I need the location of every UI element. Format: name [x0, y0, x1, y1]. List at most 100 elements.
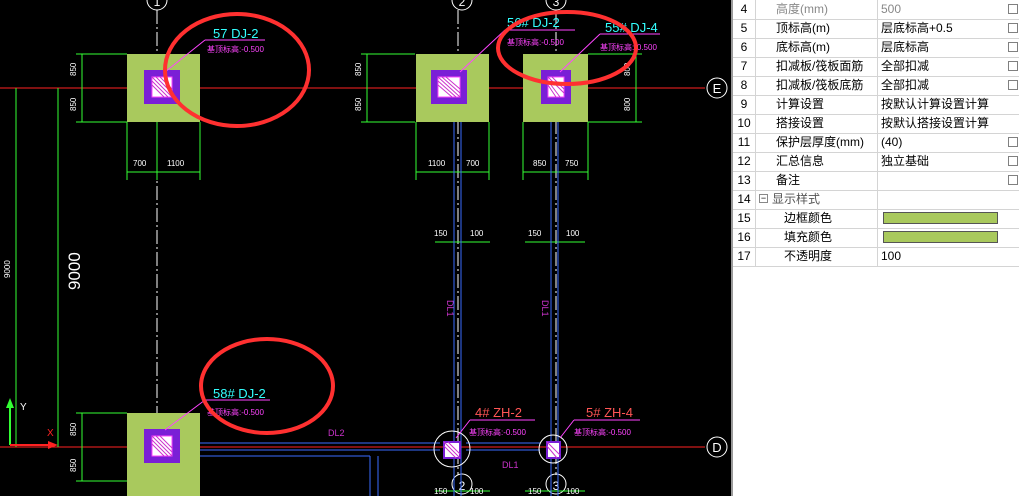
dim-text: 850 — [69, 422, 78, 436]
color-swatch[interactable] — [883, 212, 998, 224]
dim-text: 850 — [533, 159, 547, 168]
row-number: 14 — [733, 190, 756, 209]
property-value[interactable]: 层底标高 — [878, 38, 1006, 57]
axis-bubble-right-D: D — [706, 436, 728, 458]
footing-elev-4: 基顶标高:-0.500 — [469, 427, 526, 437]
row-number: 16 — [733, 228, 756, 247]
property-name: 高度(mm) — [756, 0, 878, 19]
row-number: 7 — [733, 57, 756, 76]
dim-text: 100 — [566, 487, 580, 496]
property-row[interactable]: 14− 显示样式 — [733, 190, 1019, 210]
property-label: 计算设置 — [776, 97, 825, 111]
row-number: 9 — [733, 95, 756, 114]
property-label: 底标高(m) — [776, 40, 830, 54]
property-value[interactable] — [878, 228, 1006, 247]
property-value[interactable]: 500 — [878, 0, 1006, 19]
attribute-checkbox[interactable] — [1008, 137, 1018, 147]
property-row[interactable]: 5 顶标高(m) 层底标高+0.5 — [733, 19, 1019, 39]
footing-56[interactable] — [416, 54, 489, 122]
pile-cap-5[interactable] — [538, 434, 568, 464]
property-row[interactable]: 11 保护层厚度(mm) (40) — [733, 133, 1019, 153]
footing-tag-58: 58# DJ-2 — [213, 386, 266, 401]
dim-text: 850 — [354, 62, 363, 76]
ucs-icon: Y X — [6, 398, 58, 449]
property-value[interactable]: 独立基础 — [878, 152, 1006, 171]
property-row[interactable]: 8 扣减板/筏板底筋 全部扣减 — [733, 76, 1019, 96]
attribute-checkbox[interactable] — [1008, 23, 1018, 33]
property-row[interactable]: 15 边框颜色 — [733, 209, 1019, 229]
property-value[interactable] — [878, 209, 1006, 228]
property-label: 保护层厚度(mm) — [776, 135, 864, 149]
dim-text: 150 — [528, 229, 542, 238]
axis-bubble-top-2: 2 — [451, 0, 473, 11]
attribute-checkbox[interactable] — [1008, 80, 1018, 90]
row-number: 13 — [733, 171, 756, 190]
color-swatch[interactable] — [883, 231, 998, 243]
dim-text: 700 — [466, 159, 480, 168]
dim-text: 1100 — [428, 159, 446, 168]
dim-text: 150 — [434, 229, 448, 238]
footing-elev-56: 基顶标高:-0.500 — [507, 37, 564, 47]
dim-text-large: 9000 — [65, 252, 84, 290]
property-value[interactable] — [878, 190, 1006, 209]
property-label: 高度(mm) — [776, 2, 828, 16]
property-row[interactable]: 13 备注 — [733, 171, 1019, 191]
dim-text: 1100 — [167, 159, 185, 168]
footing-55[interactable] — [523, 54, 588, 122]
attribute-checkbox[interactable] — [1008, 4, 1018, 14]
footing-tag-4: 4# ZH-2 — [475, 405, 522, 420]
property-value[interactable]: 全部扣减 — [878, 76, 1006, 95]
svg-text:1: 1 — [154, 0, 161, 9]
row-number: 17 — [733, 247, 756, 266]
footing-58[interactable] — [127, 413, 200, 496]
collapse-icon[interactable]: − — [759, 194, 768, 203]
property-row[interactable]: 9 计算设置 按默认计算设置计算 — [733, 95, 1019, 115]
axis-bubble-top-1: 1 — [146, 0, 168, 11]
svg-text:2: 2 — [459, 0, 466, 9]
property-label: 搭接设置 — [776, 116, 825, 130]
attribute-checkbox[interactable] — [1008, 42, 1018, 52]
cad-canvas[interactable]: 1 2 3 E D 1 2 — [0, 0, 731, 496]
property-row[interactable]: 10 搭接设置 按默认搭接设置计算 — [733, 114, 1019, 134]
property-row[interactable]: 6 底标高(m) 层底标高 — [733, 38, 1019, 58]
footing-elev-5: 基顶标高:-0.500 — [574, 427, 631, 437]
property-row[interactable]: 7 扣减板/筏板面筋 全部扣减 — [733, 57, 1019, 77]
property-panel: 4 高度(mm) 500 5 顶标高(m) 层底标高+0.5 6 底标高(m) 层底标高 7 扣减板… — [731, 0, 1019, 496]
property-value[interactable]: 全部扣减 — [878, 57, 1006, 76]
property-name: 扣减板/筏板底筋 — [756, 76, 878, 95]
property-value[interactable]: (40) — [878, 133, 1006, 152]
dim-text: 850 — [69, 458, 78, 472]
property-name: 计算设置 — [756, 95, 878, 114]
property-row[interactable]: 12 汇总信息 独立基础 — [733, 152, 1019, 172]
row-number: 11 — [733, 133, 756, 152]
beam-label: DL1 — [445, 300, 455, 317]
axis-bubble-top-3: 3 — [545, 0, 567, 11]
attribute-checkbox[interactable] — [1008, 61, 1018, 71]
dim-text: 850 — [69, 97, 78, 111]
property-row[interactable]: 4 高度(mm) 500 — [733, 0, 1019, 20]
property-value[interactable]: 100 — [878, 247, 1006, 266]
property-name: 扣减板/筏板面筋 — [756, 57, 878, 76]
property-value[interactable] — [878, 171, 1006, 190]
pile-cap-4[interactable] — [433, 430, 471, 468]
row-number: 4 — [733, 0, 756, 19]
app-window: 1 2 3 E D 1 2 — [0, 0, 1019, 496]
property-name: 边框颜色 — [756, 209, 878, 228]
property-row[interactable]: 16 填充颜色 — [733, 228, 1019, 248]
property-value[interactable]: 按默认搭接设置计算 — [878, 114, 1006, 133]
dim-text: 750 — [565, 159, 579, 168]
property-value[interactable]: 层底标高+0.5 — [878, 19, 1006, 38]
row-number: 5 — [733, 19, 756, 38]
property-label: 备注 — [776, 173, 801, 187]
attribute-checkbox[interactable] — [1008, 156, 1018, 166]
dim-text: 100 — [470, 487, 484, 496]
property-label: 填充颜色 — [784, 230, 833, 244]
property-value[interactable]: 按默认计算设置计算 — [878, 95, 1006, 114]
dim-text: 850 — [69, 62, 78, 76]
property-name: 备注 — [756, 171, 878, 190]
row-number: 12 — [733, 152, 756, 171]
attribute-checkbox[interactable] — [1008, 175, 1018, 185]
dim-text: 150 — [434, 487, 448, 496]
beam-label: DL1 — [502, 460, 519, 470]
property-row[interactable]: 17 不透明度 100 — [733, 247, 1019, 267]
